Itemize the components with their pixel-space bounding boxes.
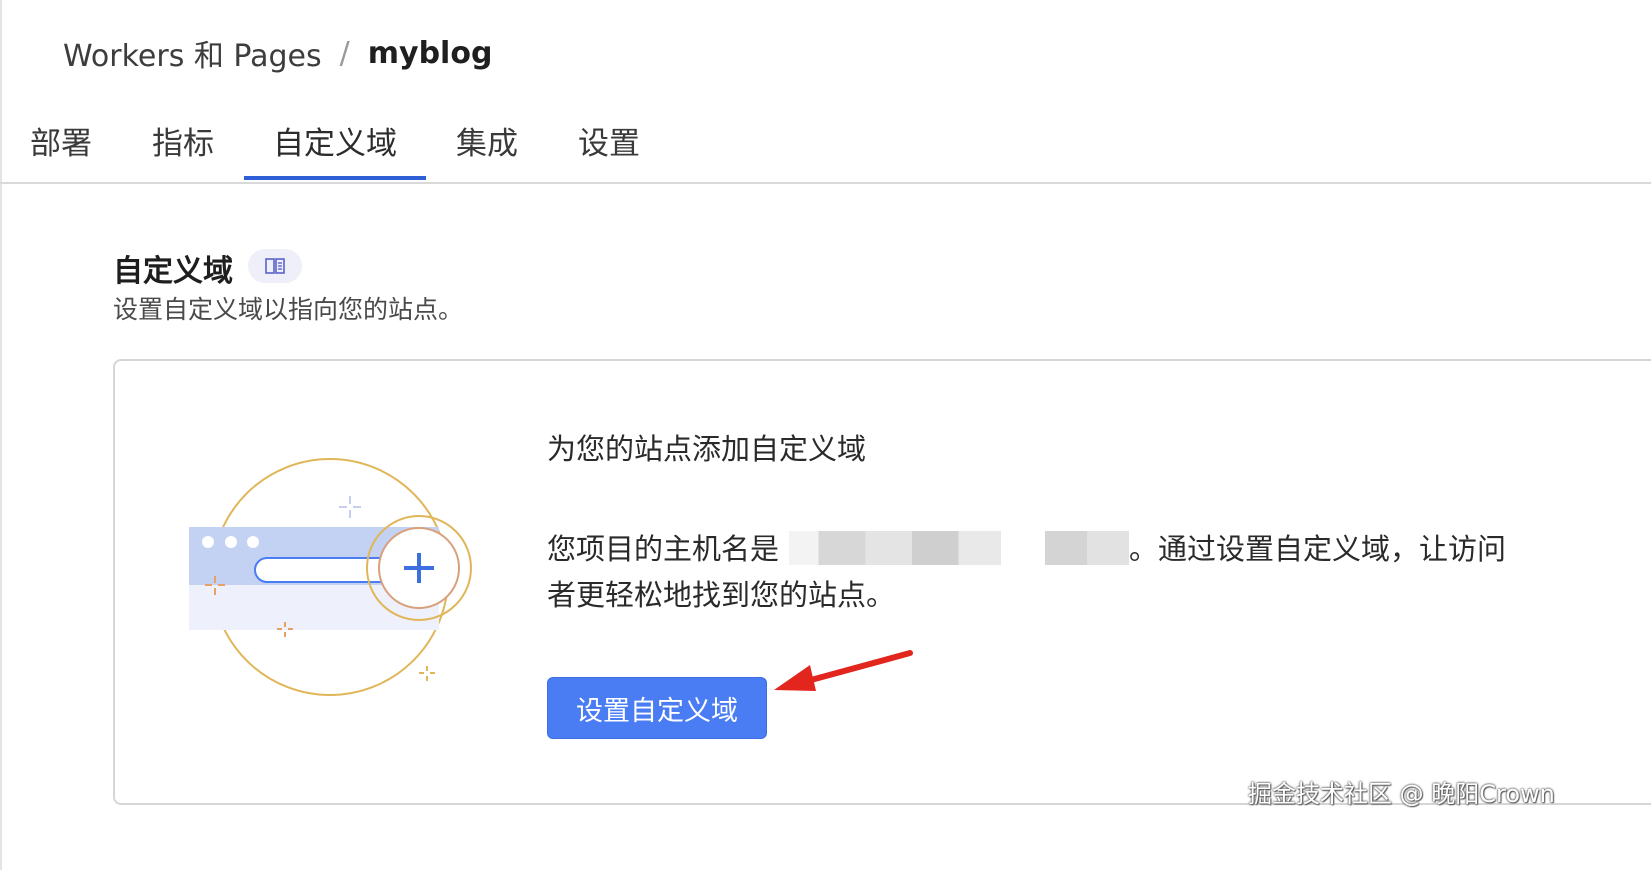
breadcrumb-parent-link[interactable]: Workers 和 Pages [63, 31, 322, 75]
breadcrumb: Workers 和 Pages / myblog [63, 28, 492, 78]
book-icon [265, 258, 285, 274]
breadcrumb-current: myblog [367, 35, 493, 71]
watermark: 掘金技术社区 @ 晚阳Crown [1248, 780, 1555, 808]
card-heading: 为您的站点添加自定义域 [547, 432, 867, 466]
card-body-text: 您项目的主机名是 。通过设置自定义域，让访问者更轻松地找到您的站点。 [547, 526, 1527, 618]
breadcrumb-separator: / [339, 35, 350, 71]
redacted-hostname [789, 531, 1002, 565]
docs-link-button[interactable] [248, 249, 302, 283]
tab-settings[interactable]: 设置 [548, 100, 670, 180]
annotation-arrow-icon [774, 650, 913, 691]
redacted-hostname-suffix [1045, 531, 1130, 565]
active-tab-indicator [244, 176, 426, 180]
tab-metrics[interactable]: 指标 [122, 100, 244, 180]
add-domain-illustration [189, 458, 472, 696]
section-title: 自定义域 [113, 254, 233, 289]
card-body-prefix: 您项目的主机名是 [547, 532, 780, 566]
tab-integrations[interactable]: 集成 [426, 100, 548, 180]
setup-custom-domain-button[interactable]: 设置自定义域 [547, 677, 767, 739]
section-description: 设置自定义域以指向您的站点。 [113, 295, 464, 324]
tab-deployments[interactable]: 部署 [0, 100, 122, 180]
tab-bar: 部署 指标 自定义域 集成 设置 [0, 100, 1651, 184]
tab-custom-domains[interactable]: 自定义域 [244, 100, 426, 180]
